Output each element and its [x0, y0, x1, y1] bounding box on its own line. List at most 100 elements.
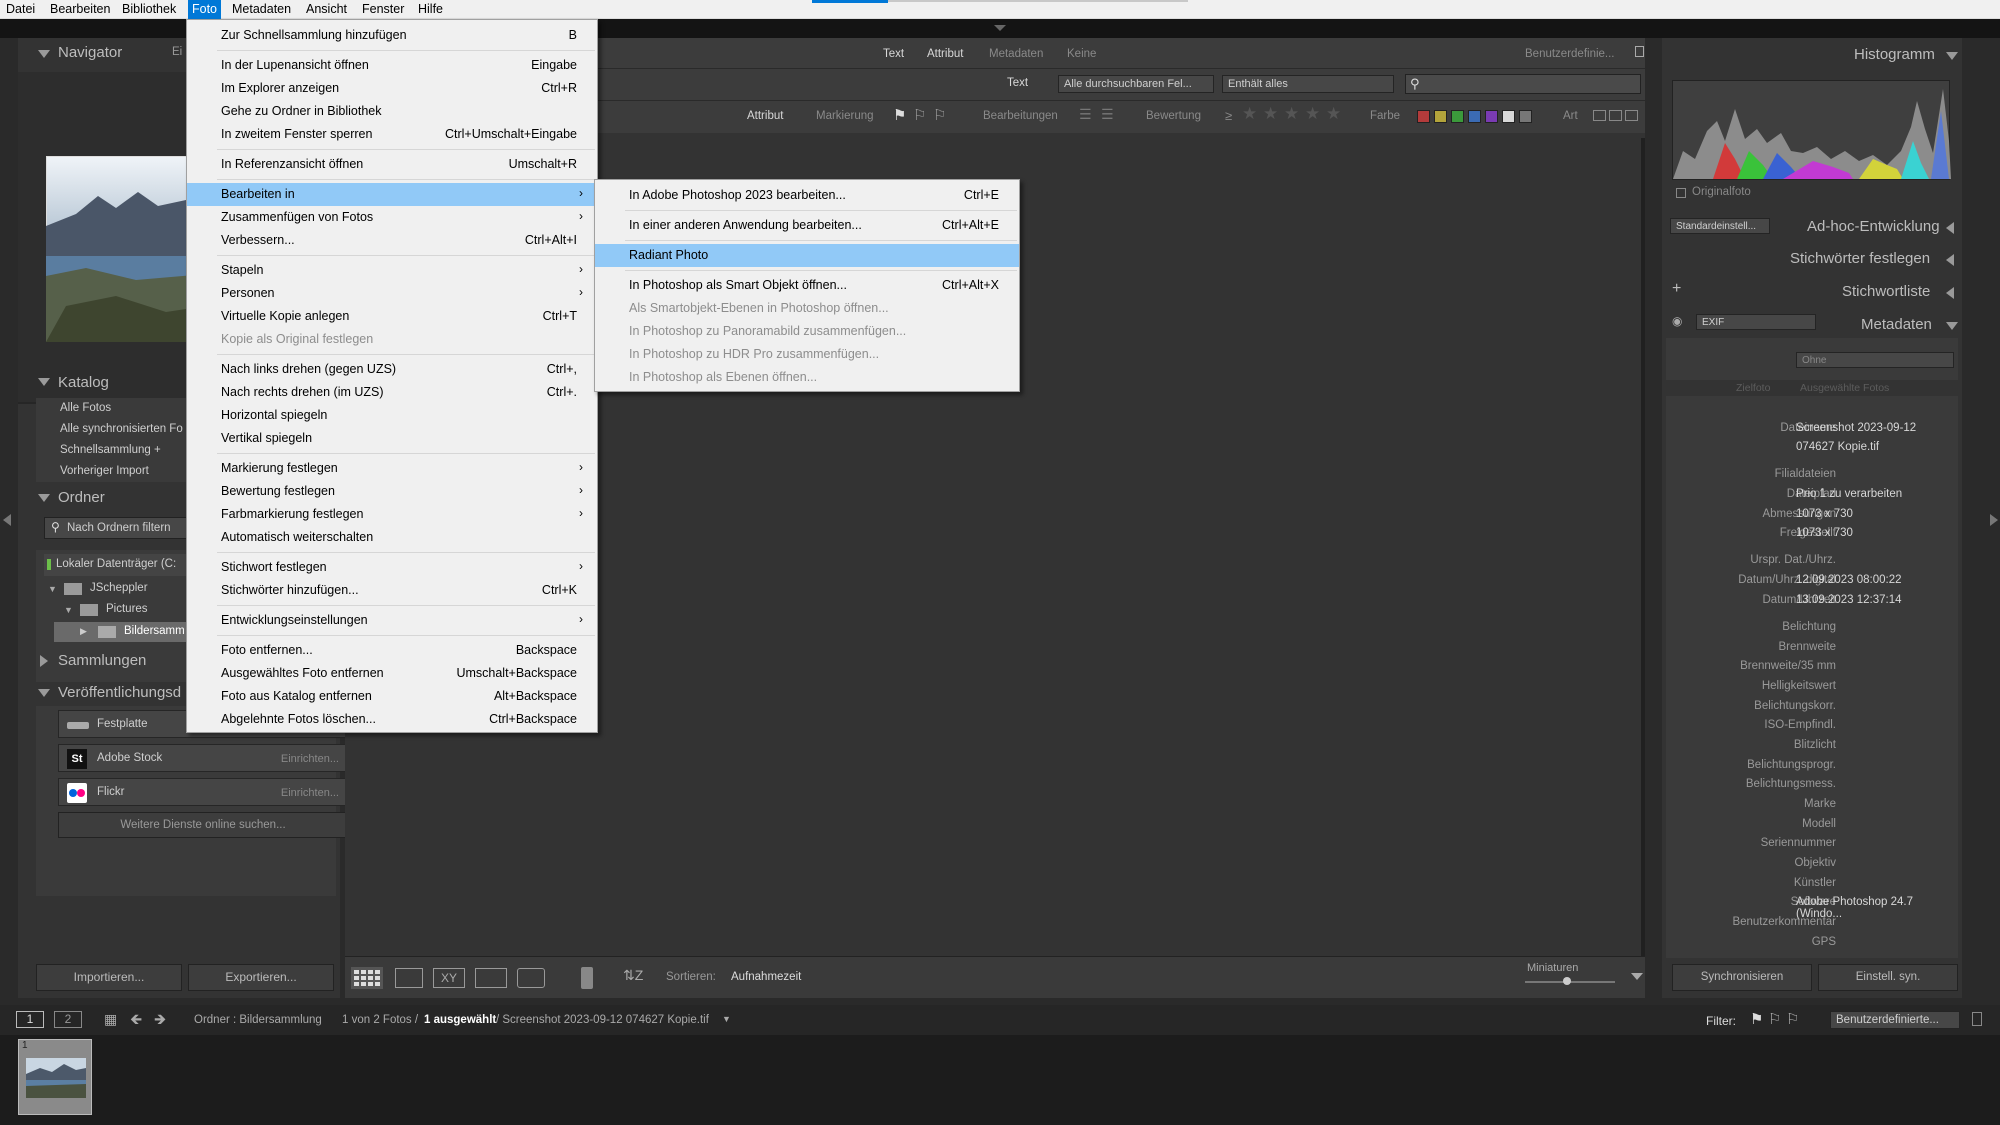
star-icon[interactable]: ★	[1305, 104, 1320, 124]
service-flickr[interactable]: Flickr Einrichten...	[58, 778, 348, 806]
loupe-view-icon[interactable]	[395, 968, 423, 988]
metadata-value[interactable]: 1073 x 730	[1796, 527, 1853, 539]
menu-item-bewertung-festlegen[interactable]: Bewertung festlegen ›	[187, 480, 597, 503]
menu-hilfe[interactable]: Hilfe	[414, 0, 447, 19]
more-services-button[interactable]: Weitere Dienste online suchen...	[58, 812, 348, 838]
service-setup-link[interactable]: Einrichten...	[281, 787, 339, 799]
color-swatch-purple[interactable]	[1485, 110, 1498, 123]
star-icon[interactable]: ★	[1242, 104, 1257, 124]
adhoc-preset-select[interactable]: Standardeinstell...	[1670, 218, 1770, 234]
sammlungen-expand-icon[interactable]	[40, 655, 48, 667]
back-arrow-icon[interactable]: 🡸	[130, 1009, 142, 1034]
menu-item-entwicklungseinstellungen[interactable]: Entwicklungseinstellungen ›	[187, 609, 597, 632]
screen-2-button[interactable]: 2	[54, 1011, 82, 1028]
color-swatch-blue[interactable]	[1468, 110, 1481, 123]
original-checkbox[interactable]	[1676, 188, 1686, 198]
menu-bearbeiten[interactable]: Bearbeiten	[46, 0, 114, 19]
folder-pictures[interactable]: Pictures	[106, 603, 148, 615]
metadata-preset-select[interactable]: EXIF	[1696, 314, 1816, 330]
panel-collapse-top-icon[interactable]	[994, 25, 1006, 31]
menu-item-im-explorer-anzeigen[interactable]: Im Explorer anzeigen Ctrl+R	[187, 77, 597, 100]
menu-item-abgelehnte-fotos-löschen[interactable]: Abgelehnte Fotos löschen... Ctrl+Backspac…	[187, 708, 597, 731]
menu-item-farbmarkierung-festlegen[interactable]: Farbmarkierung festlegen ›	[187, 503, 597, 526]
adhoc-title[interactable]: Ad-hoc-Entwicklung	[1807, 218, 1940, 235]
filter-flag-reject-icon[interactable]: ⚐	[1786, 1010, 1799, 1028]
menu-item-stichwörter-hinzufügen[interactable]: Stichwörter hinzufügen... Ctrl+K	[187, 579, 597, 602]
menu-item-in-der-lupenansicht-öffnen[interactable]: In der Lupenansicht öffnen Eingabe	[187, 54, 597, 77]
metadata-value[interactable]: 074627 Kopie.tif	[1796, 441, 1879, 453]
export-button[interactable]: Exportieren...	[188, 964, 334, 991]
filmstrip-thumbnail[interactable]: 1	[18, 1039, 92, 1115]
menu-foto[interactable]: Foto	[188, 0, 222, 19]
folder-jschepler[interactable]: JScheppler	[90, 582, 148, 594]
menu-item-bearbeiten-in[interactable]: Bearbeiten in ›	[187, 183, 597, 206]
service-adobe-stock[interactable]: St Adobe Stock Einrichten...	[58, 744, 348, 772]
menu-item-virtuelle-kopie-anlegen[interactable]: Virtuelle Kopie anlegen Ctrl+T	[187, 305, 597, 328]
expand-icon[interactable]: ▼	[64, 605, 73, 615]
text-rule-select[interactable]: Enthält alles	[1222, 75, 1394, 93]
file-menu-arrow-icon[interactable]: ▼	[722, 1014, 731, 1024]
metadata-value[interactable]: Prio 1 zu verarbeiten	[1796, 488, 1902, 500]
breadcrumb-path[interactable]: Ordner : Bildersammlung	[194, 1014, 322, 1026]
ordner-collapse-icon[interactable]	[38, 494, 50, 502]
navigator-collapse-icon[interactable]	[38, 50, 50, 58]
menu-item-zusammenfügen-von-fotos[interactable]: Zusammenfügen von Fotos ›	[187, 206, 597, 229]
star-icon[interactable]: ★	[1263, 104, 1278, 124]
color-swatch-yellow[interactable]	[1434, 110, 1447, 123]
tab-ausgewaehlte[interactable]: Ausgewählte Fotos	[1800, 382, 1889, 394]
people-view-icon[interactable]	[517, 968, 545, 988]
filter-tab-metadaten[interactable]: Metadaten	[989, 48, 1043, 60]
menu-item-stichwort-festlegen[interactable]: Stichwort festlegen ›	[187, 556, 597, 579]
filter-tab-attribut[interactable]: Attribut	[927, 48, 963, 60]
menu-item-nach-links-drehen-gegen-uzs[interactable]: Nach links drehen (gegen UZS) Ctrl+,	[187, 358, 597, 381]
kind-video-icon[interactable]	[1625, 110, 1638, 121]
menu-ansicht[interactable]: Ansicht	[302, 0, 351, 19]
veroeffentlichung-collapse-icon[interactable]	[38, 689, 50, 697]
menu-item-vertikal-spiegeln[interactable]: Vertikal spiegeln	[187, 427, 597, 450]
menu-item-in-zweitem-fenster-sperren[interactable]: In zweitem Fenster sperren Ctrl+Umschalt+…	[187, 123, 597, 146]
survey-view-icon[interactable]	[475, 968, 507, 988]
color-swatch-green[interactable]	[1451, 110, 1464, 123]
keywords-expand-icon[interactable]	[1946, 254, 1954, 266]
color-swatch-white[interactable]	[1502, 110, 1515, 123]
star-icon[interactable]: ★	[1284, 104, 1299, 124]
add-keyword-icon[interactable]: +	[1672, 280, 1681, 298]
menu-item-horizontal-spiegeln[interactable]: Horizontal spiegeln	[187, 404, 597, 427]
navigator-preview-image[interactable]	[46, 156, 206, 342]
unedited-icon[interactable]: ☰	[1101, 106, 1114, 123]
tab-zielfoto[interactable]: Zielfoto	[1736, 382, 1770, 394]
spray-can-icon[interactable]	[581, 967, 593, 989]
preset-select[interactable]: Ohne	[1796, 352, 1954, 368]
filter-preset-dropdown[interactable]: Benutzerdefinierte...	[1830, 1011, 1960, 1029]
edited-icon[interactable]: ☰	[1079, 106, 1092, 123]
menu-item-in-adobe-photoshop-2023-bearbeiten[interactable]: In Adobe Photoshop 2023 bearbeiten... Ctr…	[595, 184, 1019, 207]
expand-icon[interactable]: ▶	[80, 626, 87, 637]
menu-datei[interactable]: Datei	[2, 0, 39, 19]
menu-item-foto-entfernen[interactable]: Foto entfernen... Backspace	[187, 639, 597, 662]
menu-item-in-referenzansicht-öffnen[interactable]: In Referenzansicht öffnen Umschalt+R	[187, 153, 597, 176]
menu-item-verbessern[interactable]: Verbessern... Ctrl+Alt+I	[187, 229, 597, 252]
grid-icon[interactable]: ▦	[104, 1011, 117, 1028]
menu-item-in-photoshop-als-smart-objekt-öffnen[interactable]: In Photoshop als Smart Objekt öffnen... C…	[595, 274, 1019, 297]
menu-item-nach-rechts-drehen-im-uzs[interactable]: Nach rechts drehen (im UZS) Ctrl+.	[187, 381, 597, 404]
menu-fenster[interactable]: Fenster	[358, 0, 408, 19]
menu-item-ausgewähltes-foto-entfernen[interactable]: Ausgewähltes Foto entfernen Umschalt+Back…	[187, 662, 597, 685]
scrollbar[interactable]	[1641, 138, 1645, 956]
grid-view-icon[interactable]	[351, 967, 383, 989]
flag-unflagged-icon[interactable]: ⚐	[913, 106, 926, 124]
color-swatch-red[interactable]	[1417, 110, 1430, 123]
menu-metadaten[interactable]: Metadaten	[228, 0, 295, 19]
filter-tab-keine[interactable]: Keine	[1067, 48, 1096, 60]
menu-item-zur-schnellsammlung-hinzufügen[interactable]: Zur Schnellsammlung hinzufügen B	[187, 24, 597, 47]
flag-pick-icon[interactable]: ⚑	[893, 106, 906, 124]
left-panel-toggle-icon[interactable]	[3, 514, 11, 526]
eye-icon[interactable]: ◉	[1672, 314, 1682, 328]
kind-virtual-icon[interactable]	[1609, 110, 1622, 121]
katalog-item-vorheriger-import[interactable]: Vorheriger Import	[60, 465, 149, 477]
sort-direction-icon[interactable]: ⇅Z	[623, 967, 643, 984]
slider-handle[interactable]	[1563, 977, 1571, 985]
katalog-collapse-icon[interactable]	[38, 378, 50, 386]
metadata-value[interactable]: 1073 x 730	[1796, 508, 1853, 520]
navigator-zoom[interactable]: Ei	[172, 46, 182, 58]
menu-item-radiant-photo[interactable]: Radiant Photo	[595, 244, 1019, 267]
